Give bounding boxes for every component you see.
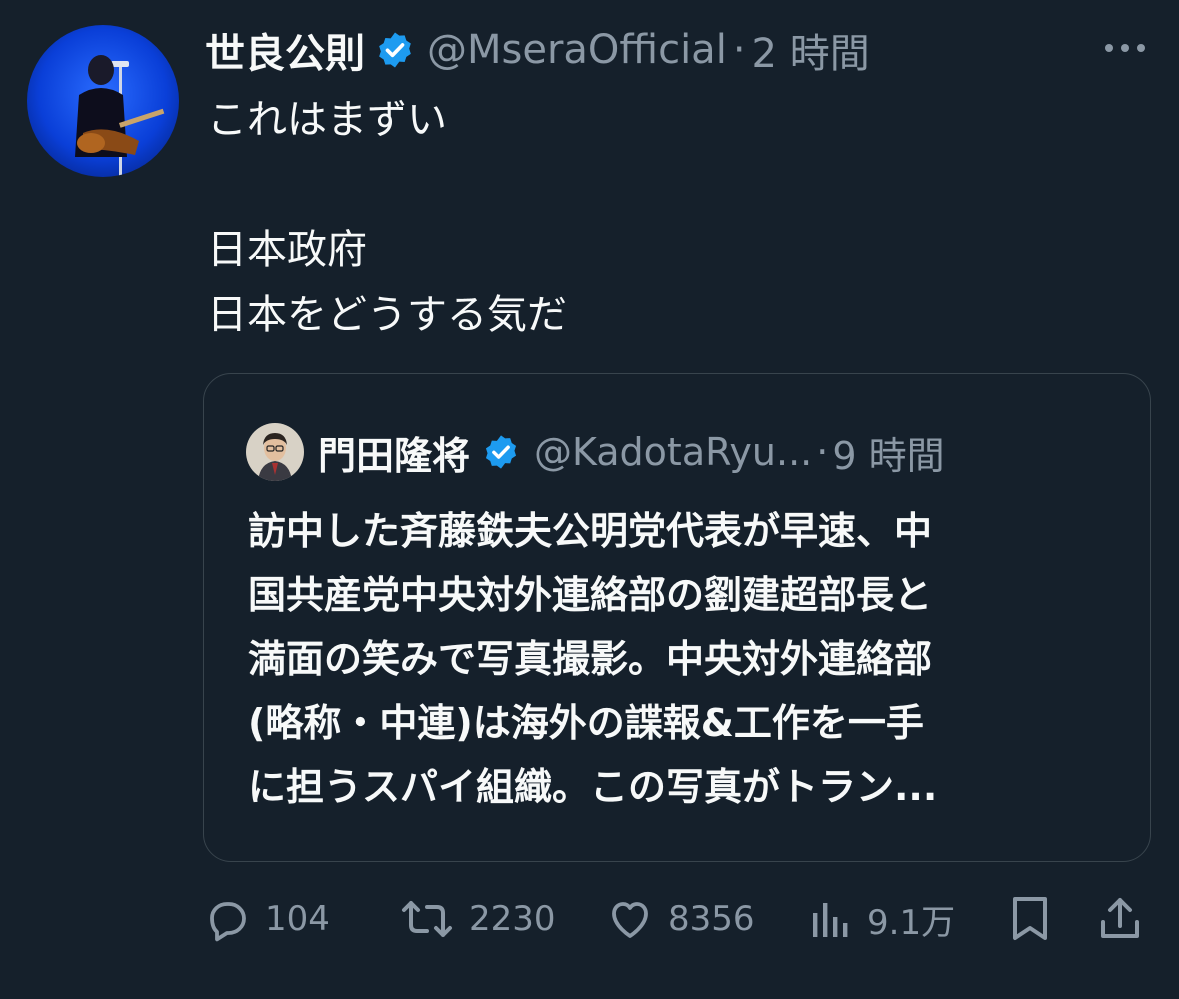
bookmark-icon (1007, 894, 1053, 944)
author-name[interactable]: 世良公則 (205, 21, 365, 79)
quoted-text-line: 訪中した斉藤鉄夫公明党代表が早速、中 (248, 509, 933, 553)
share-icon (1095, 894, 1145, 944)
separator-dot: · (816, 430, 829, 474)
reply-count: 104 (265, 899, 330, 939)
post-body-line: これはまずい (207, 97, 447, 143)
quoted-text-line: に担うスパイ組織。この写真がトラン... (248, 765, 938, 809)
action-bar: 104 2230 8356 9.1万 (203, 888, 1153, 950)
views-button[interactable]: 9.1万 (807, 888, 955, 950)
like-count: 8356 (668, 899, 755, 939)
reply-button[interactable]: 104 (203, 888, 330, 950)
quoted-author-handle[interactable]: @KadotaRyu... (534, 430, 812, 474)
post-body-line (207, 153, 567, 218)
quoted-text-line: (略称・中連)は海外の諜報&工作を一手 (248, 701, 924, 745)
avatar[interactable] (27, 25, 179, 177)
reply-icon (203, 895, 251, 943)
quoted-author-name[interactable]: 門田隆将 (318, 425, 470, 480)
quoted-post[interactable]: 門田隆将 @KadotaRyu... · 9 時間 訪中した斉藤鉄夫公明党代表が… (203, 373, 1151, 862)
repost-icon (399, 895, 455, 943)
quoted-post-header: 門田隆将 @KadotaRyu... · 9 時間 (246, 417, 945, 487)
heart-icon (606, 895, 654, 943)
quoted-post-time[interactable]: 9 時間 (832, 425, 944, 480)
post-time[interactable]: 2 時間 (752, 21, 870, 79)
post-body-line: 日本政府 (207, 227, 367, 273)
share-button[interactable] (1095, 888, 1145, 950)
author-handle[interactable]: @MseraOfficial (427, 27, 727, 73)
verified-badge-icon (375, 30, 415, 70)
tweet: 世良公則 @MseraOfficial · 2 時間 これはまずい 日本政府 日… (0, 0, 1179, 999)
bookmark-button[interactable] (1007, 888, 1053, 950)
post-header: 世良公則 @MseraOfficial · 2 時間 (205, 22, 870, 78)
repost-count: 2230 (469, 899, 556, 939)
like-button[interactable]: 8356 (606, 888, 755, 950)
quoted-text-line: 国共産党中央対外連絡部の劉建超部長と (248, 573, 933, 617)
quoted-text-line: 満面の笑みで写真撮影。中央対外連絡部 (248, 637, 933, 681)
views-icon (807, 895, 853, 943)
post-body: これはまずい 日本政府 日本をどうする気だ (207, 88, 567, 348)
repost-button[interactable]: 2230 (399, 888, 556, 950)
more-icon[interactable] (1101, 28, 1149, 68)
separator-dot: · (732, 27, 746, 73)
post-body-line: 日本をどうする気だ (207, 292, 567, 338)
views-count: 9.1万 (867, 902, 956, 943)
quoted-avatar[interactable] (246, 423, 304, 481)
quoted-post-text: 訪中した斉藤鉄夫公明党代表が早速、中 国共産党中央対外連絡部の劉建超部長と 満面… (248, 499, 1128, 819)
verified-badge-icon (482, 433, 520, 471)
